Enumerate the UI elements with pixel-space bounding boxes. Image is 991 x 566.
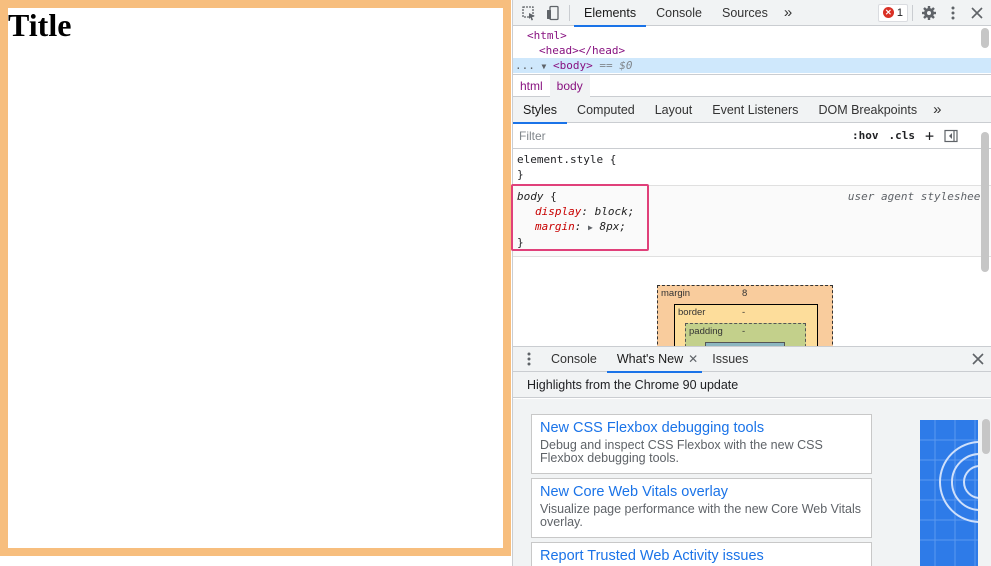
padding-value[interactable]: - [742, 326, 745, 337]
chrome-90-promo-image [920, 420, 978, 566]
hover-state-toggle[interactable]: :hov [847, 129, 884, 142]
drawer-menu-icon[interactable] [517, 347, 541, 371]
tab-elements[interactable]: Elements [574, 0, 647, 27]
device-toolbar-icon[interactable] [541, 1, 565, 25]
styles-pane-tabs: Styles Computed Layout Event Listeners D… [513, 97, 991, 124]
card-title[interactable]: New CSS Flexbox debugging tools [540, 419, 863, 437]
more-options-icon[interactable] [941, 1, 965, 25]
selected-node-marker: == $0 [599, 59, 633, 72]
breadcrumb: html body [513, 74, 991, 97]
breadcrumb-html[interactable]: html [513, 75, 550, 97]
tab-styles[interactable]: Styles [513, 97, 568, 124]
dom-node-html[interactable]: <html> [513, 28, 991, 43]
drawer-tab-whats-new[interactable]: What's New ✕ [606, 346, 703, 373]
drawer-toolbar: Console What's New ✕ Issues [513, 346, 991, 373]
class-toggle[interactable]: .cls [884, 129, 921, 142]
drawer-tab-issues[interactable]: Issues [702, 346, 758, 372]
page-body[interactable]: Title [8, 7, 503, 548]
page-title: Title [8, 7, 72, 43]
toggle-sidebar-icon[interactable] [939, 124, 963, 148]
error-icon: ✕ [882, 7, 894, 18]
new-style-rule-icon[interactable]: + [920, 127, 939, 145]
page-viewport: Title [0, 0, 511, 566]
card-title[interactable]: New Core Web Vitals overlay [540, 483, 863, 501]
devtools-drawer: Console What's New ✕ Issues Highlights f… [513, 346, 991, 566]
devtools-main-toolbar: Elements Console Sources » ✕ 1 [513, 0, 991, 27]
drawer-tab-console[interactable]: Console [541, 346, 607, 372]
dom-tree-scrollbar[interactable] [981, 28, 989, 48]
box-model-diagram: margin 8 border - padding - [513, 257, 991, 347]
card-title[interactable]: Report Trusted Web Activity issues [540, 547, 863, 565]
card-description: Visualize page performance with the new … [540, 502, 862, 529]
node-actions-ellipsis[interactable]: ... [515, 59, 535, 72]
tab-dom-breakpoints[interactable]: DOM Breakpoints [808, 97, 927, 123]
settings-gear-icon[interactable] [917, 1, 941, 25]
card-description: Debug and inspect CSS Flexbox with the n… [540, 438, 823, 465]
border-value[interactable]: - [742, 307, 745, 318]
tab-console[interactable]: Console [646, 0, 712, 26]
tab-sources[interactable]: Sources [712, 0, 778, 26]
toolbar-separator [569, 4, 570, 21]
whats-new-card[interactable]: Report Trusted Web Activity issues [531, 542, 872, 566]
rule-source-label: user agent stylesheet [847, 190, 987, 203]
tab-computed[interactable]: Computed [567, 97, 645, 123]
dom-tree: <html> <head></head> ... ▼ <body> == $0 [513, 26, 991, 75]
body-style-rule[interactable]: body { user agent stylesheet display: bl… [511, 184, 991, 257]
styles-filter-bar: :hov .cls + [513, 123, 991, 149]
tab-event-listeners[interactable]: Event Listeners [702, 97, 808, 123]
body-margin-overlay: Title [0, 0, 511, 556]
more-styles-tabs-button[interactable]: » [927, 97, 947, 123]
margin-value[interactable]: 8 [742, 288, 747, 299]
element-style-close: } [517, 168, 524, 181]
highlight-annotation-box [511, 184, 649, 251]
expand-triangle-icon[interactable]: ▼ [542, 62, 547, 71]
element-style-rule[interactable]: element.style { } [513, 149, 991, 186]
breadcrumb-body[interactable]: body [549, 74, 590, 97]
drawer-scrollbar[interactable] [982, 419, 990, 454]
whats-new-content: New CSS Flexbox debugging tools Debug an… [513, 399, 991, 566]
element-style-selector: element.style { [517, 153, 617, 166]
dom-node-body[interactable]: ... ▼ <body> == $0 [513, 58, 991, 73]
dom-node-head[interactable]: <head></head> [513, 43, 991, 58]
whats-new-card[interactable]: New Core Web Vitals overlay Visualize pa… [531, 478, 872, 538]
toolbar-separator [912, 4, 913, 21]
close-drawer-icon[interactable] [966, 347, 990, 371]
whats-new-card[interactable]: New CSS Flexbox debugging tools Debug an… [531, 414, 872, 474]
error-count: 1 [896, 6, 903, 19]
whats-new-subtitle: Highlights from the Chrome 90 update [513, 372, 991, 398]
error-count-badge[interactable]: ✕ 1 [877, 3, 908, 22]
devtools-panel: Elements Console Sources » ✕ 1 <html> <h… [511, 0, 991, 566]
styles-scrollbar[interactable] [981, 132, 989, 272]
styles-filter-input[interactable] [519, 125, 839, 146]
tab-layout[interactable]: Layout [645, 97, 703, 123]
more-tabs-button[interactable]: » [778, 0, 798, 26]
close-devtools-icon[interactable] [965, 1, 989, 25]
close-tab-icon[interactable]: ✕ [688, 352, 698, 366]
inspect-element-icon[interactable] [517, 1, 541, 25]
